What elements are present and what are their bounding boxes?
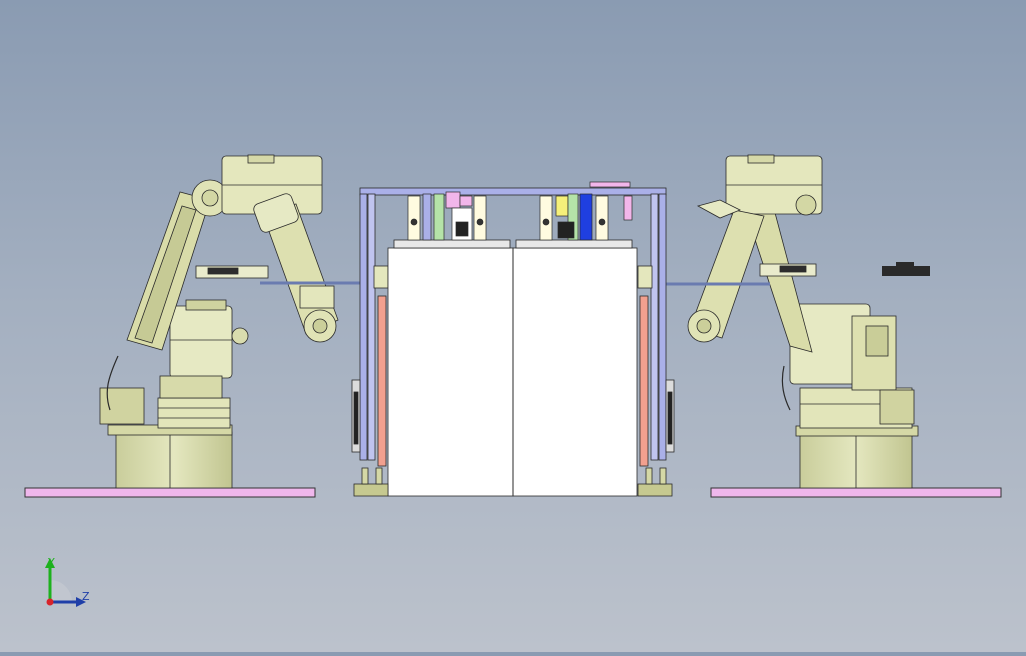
left-robot[interactable]: [99, 154, 362, 489]
floating-part: [882, 262, 930, 276]
right-robot[interactable]: [666, 154, 919, 489]
y-axis-label: Y: [47, 556, 55, 569]
left-base-pad: [24, 487, 316, 498]
right-base-pad: [710, 487, 1002, 498]
z-axis-label: Z: [82, 590, 90, 603]
cad-viewport[interactable]: Y Z: [0, 0, 1026, 652]
assembly-view[interactable]: Y Z: [0, 0, 1026, 652]
coordinate-triad: Y Z: [45, 556, 90, 607]
